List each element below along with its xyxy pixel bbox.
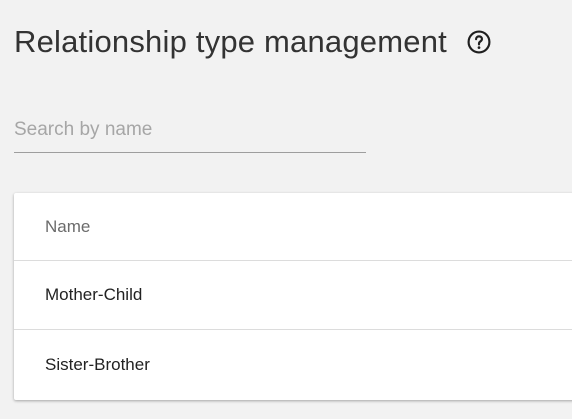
help-circle-icon[interactable] xyxy=(465,28,493,56)
table-row[interactable]: Mother-Child xyxy=(14,261,572,330)
page-title: Relationship type management xyxy=(14,24,447,59)
relationship-type-page: Relationship type management Name Mother… xyxy=(0,0,572,419)
search-field xyxy=(14,112,366,153)
row-name-cell: Sister-Brother xyxy=(45,354,150,374)
search-input[interactable] xyxy=(14,112,366,148)
row-name-cell: Mother-Child xyxy=(45,285,143,304)
table-header: Name xyxy=(14,193,572,261)
page-header: Relationship type management xyxy=(14,20,493,64)
relationship-types-table: Name Mother-Child Sister-Brother xyxy=(14,193,572,400)
table-row[interactable]: Sister-Brother xyxy=(14,330,572,399)
column-header-name[interactable]: Name xyxy=(45,217,90,237)
